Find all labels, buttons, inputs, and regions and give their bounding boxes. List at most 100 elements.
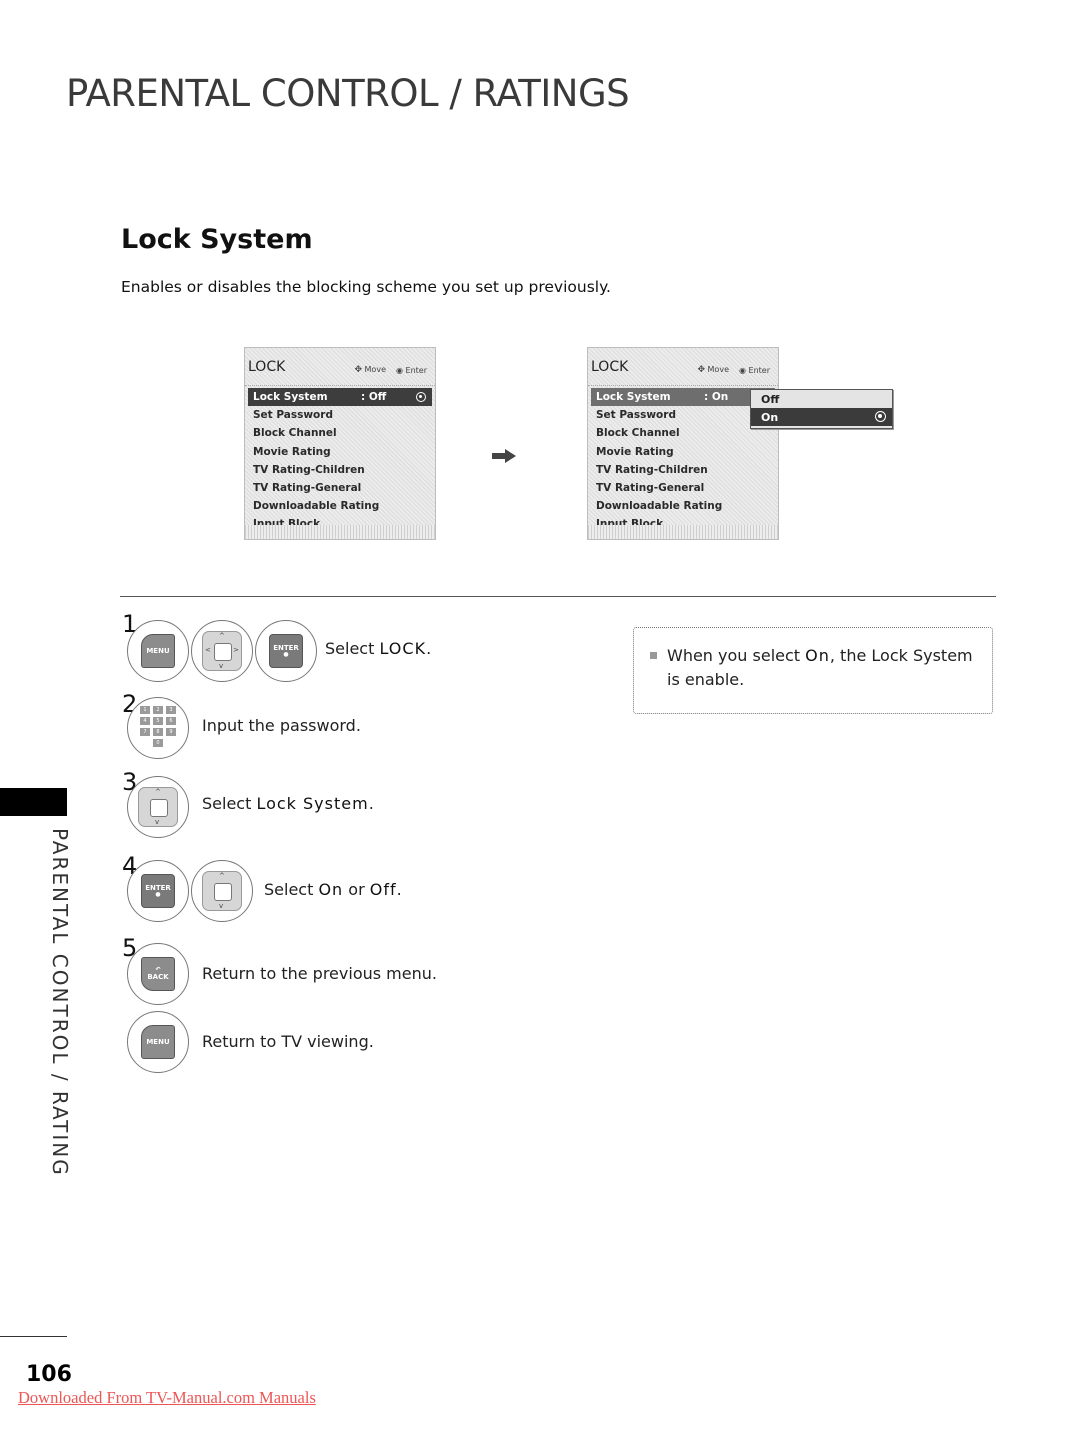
dpad-center — [214, 643, 232, 661]
text: or — [343, 880, 370, 899]
num-key: 3 — [166, 706, 176, 714]
osd-item-block-channel[interactable]: Block Channel — [591, 424, 775, 442]
text-bold: Off — [369, 880, 397, 899]
popup-option-off[interactable]: Off — [751, 390, 892, 408]
text: When you select — [667, 646, 806, 665]
menu-key-icon: MENU — [141, 634, 175, 668]
remote-menu-button: MENU — [127, 620, 189, 682]
hint-move: Move — [364, 365, 386, 374]
text-bold: LOCK — [379, 639, 427, 658]
text: . — [368, 794, 374, 813]
osd-item-lock-system[interactable]: Lock System: Off — [248, 388, 432, 407]
osd-item-label: Set Password — [253, 409, 333, 422]
osd-header: LOCK ✥ Move ◉ Enter — [245, 348, 435, 386]
osd-item-label: Set Password — [596, 409, 676, 422]
osd-item-tv-rating-general[interactable]: TV Rating-General — [591, 479, 775, 497]
osd-item-tv-rating-general[interactable]: TV Rating-General — [248, 479, 432, 497]
osd-lock-menu-after: LOCK ✥ Move ◉ Enter Lock System : On Set … — [587, 347, 779, 540]
osd-hint: ✥ Move ◉ Enter — [354, 365, 427, 375]
osd-item-set-password[interactable]: Set Password — [248, 406, 432, 424]
up-arrow-icon: ^ — [219, 632, 225, 640]
up-arrow-icon: ^ — [155, 788, 161, 796]
section-description: Enables or disables the blocking scheme … — [121, 278, 611, 296]
osd-item-label: Movie Rating — [253, 445, 331, 458]
enter-key-icon: ENTER ● — [269, 634, 303, 668]
remote-updown-button: ^ v — [191, 860, 253, 922]
popup-option-on[interactable]: On — [751, 408, 892, 426]
remote-back-button: ↶ BACK — [127, 943, 189, 1005]
osd-item-label: TV Rating-General — [253, 482, 362, 495]
remote-numpad-button: 1 2 3 4 5 6 7 8 9 0 — [127, 697, 189, 759]
dpad-center — [214, 883, 232, 901]
osd-item-tv-rating-children[interactable]: TV Rating-Children — [591, 461, 775, 479]
step-5-text: Return to the previous menu. — [202, 964, 437, 983]
text: . — [426, 639, 432, 658]
osd-item-label: Downloadable Rating — [596, 500, 723, 513]
osd-hint: ✥ Move ◉ Enter — [697, 365, 770, 375]
enter-dot-icon: ◉ — [738, 365, 746, 375]
text: . — [396, 880, 402, 899]
osd-item-lock-system[interactable]: Lock System : On — [591, 388, 775, 407]
remote-nav-button: ^ < > v — [191, 620, 253, 682]
osd-item-label: Lock System — [253, 391, 328, 404]
lock-system-popup: Off On — [750, 389, 893, 429]
osd-title: LOCK — [248, 358, 286, 375]
osd-item-block-channel[interactable]: Block Channel — [248, 424, 432, 442]
enter-dot-icon: ● — [155, 891, 161, 898]
num-key: 6 — [166, 717, 176, 725]
bullet-icon — [650, 652, 657, 659]
osd-item-label: Movie Rating — [596, 445, 674, 458]
osd-item-label: Lock System — [596, 391, 671, 404]
hint-enter: Enter — [405, 365, 427, 375]
osd-lock-menu-before: LOCK ✥ Move ◉ Enter Lock System: Off Set… — [244, 347, 436, 540]
osd-footer — [245, 525, 435, 539]
step-1-text: Select LOCK. — [325, 639, 431, 658]
hint-move: Move — [707, 365, 729, 374]
osd-item-downloadable-rating[interactable]: Downloadable Rating — [591, 497, 775, 515]
popup-option-label: Off — [761, 392, 780, 406]
osd-item-label: TV Rating-Children — [596, 463, 708, 476]
note-box: When you select On, the Lock System is e… — [633, 627, 993, 714]
arrow-right-icon — [492, 449, 516, 463]
osd-item-movie-rating[interactable]: Movie Rating — [248, 443, 432, 461]
osd-item-set-password[interactable]: Set Password — [591, 406, 775, 424]
osd-menu-list: Lock System: Off Set Password Block Chan… — [248, 388, 432, 534]
left-arrow-icon: < — [205, 646, 211, 654]
radio-selected-icon — [875, 411, 886, 422]
down-arrow-icon: v — [219, 902, 224, 910]
num-key: 8 — [153, 728, 163, 736]
remote-menu-button: MENU — [127, 1011, 189, 1073]
text: Select — [264, 880, 319, 899]
text-bold: On — [805, 646, 830, 665]
text: Select — [202, 794, 257, 813]
down-arrow-icon: v — [155, 818, 160, 826]
enter-key-icon: ENTER ● — [141, 874, 175, 908]
osd-item-downloadable-rating[interactable]: Downloadable Rating — [248, 497, 432, 515]
remote-updown-button: ^ v — [127, 776, 189, 838]
osd-item-label: Downloadable Rating — [253, 500, 380, 513]
osd-item-tv-rating-children[interactable]: TV Rating-Children — [248, 461, 432, 479]
osd-item-value: : On — [704, 391, 729, 404]
osd-item-label: TV Rating-General — [596, 482, 705, 495]
text: Select — [325, 639, 380, 658]
down-arrow-icon: v — [219, 662, 224, 670]
page-title: PARENTAL CONTROL / RATINGS — [66, 72, 630, 115]
osd-item-movie-rating[interactable]: Movie Rating — [591, 443, 775, 461]
num-key: 7 — [140, 728, 150, 736]
download-link[interactable]: Downloaded From TV-Manual.com Manuals — [18, 1388, 316, 1408]
step-4-text: Select On or Off. — [264, 880, 402, 899]
osd-item-label: TV Rating-Children — [253, 463, 365, 476]
osd-menu-list: Lock System : On Set Password Block Chann… — [591, 388, 775, 534]
back-key-icon: ↶ BACK — [141, 957, 175, 991]
step-2-text: Input the password. — [202, 716, 361, 735]
text-bold: Lock System — [256, 794, 369, 813]
osd-header: LOCK ✥ Move ◉ Enter — [588, 348, 778, 386]
menu-key-icon: MENU — [141, 1025, 175, 1059]
osd-item-label: Block Channel — [596, 427, 680, 440]
right-arrow-icon: > — [233, 646, 239, 654]
side-tab-label: PARENTAL CONTROL / RATING — [48, 828, 72, 1177]
section-title: Lock System — [121, 224, 313, 255]
dpad-icon: ^ < > v — [202, 631, 242, 671]
footer-rule — [0, 1336, 67, 1337]
num-key: 2 — [153, 706, 163, 714]
